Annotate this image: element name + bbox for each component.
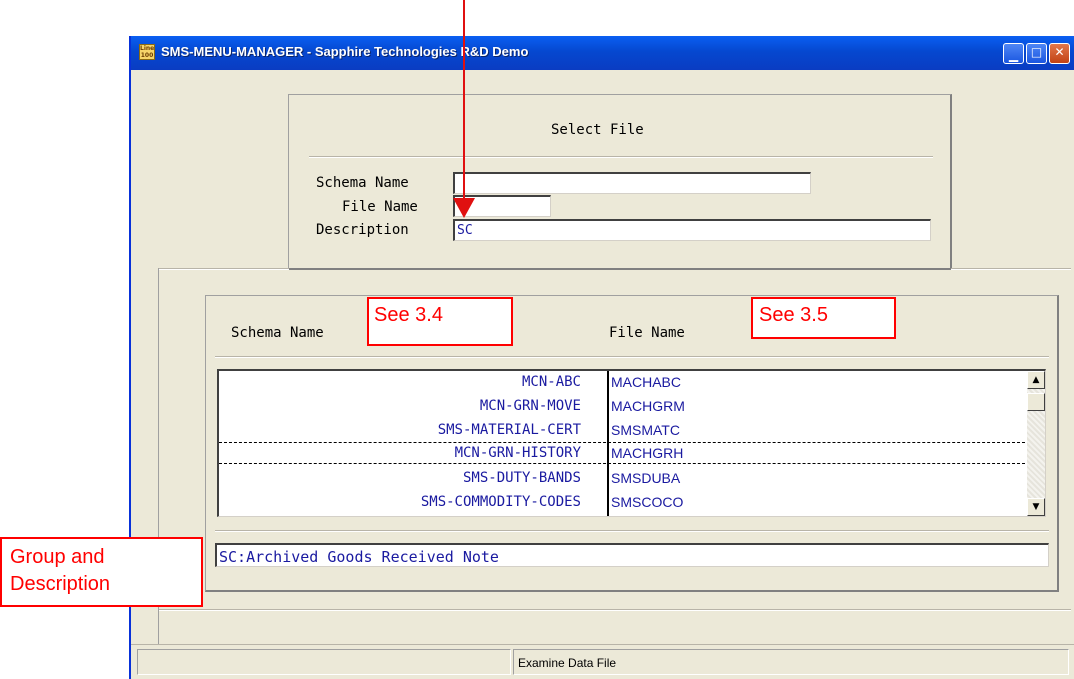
table-row[interactable]: SMS-MATERIAL-CERT SMSMATC (219, 419, 1025, 441)
schema-cell: MCN-ABC (521, 374, 581, 390)
file-cell: MACHGRH (611, 445, 684, 461)
group-description-field[interactable]: SC:Archived Goods Received Note (215, 543, 1049, 567)
minimize-button[interactable]: ▁ (1003, 43, 1024, 64)
schema-cell: SMS-MATERIAL-CERT (437, 422, 581, 438)
app-icon-label-top: Line (140, 45, 155, 52)
column-divider (607, 371, 609, 516)
schema-cell: MCN-GRN-HISTORY (454, 445, 581, 461)
file-name-label: File Name (342, 199, 418, 215)
see-3-4-callout: See 3.4 (367, 297, 513, 346)
scroll-thumb[interactable] (1027, 393, 1045, 411)
scroll-up-icon: ▲ (1032, 375, 1040, 385)
outer-panel-bottom (159, 609, 1071, 611)
schema-cell: SMS-COMMODITY-CODES (420, 494, 581, 510)
select-file-divider (309, 156, 933, 158)
file-cell: SMSCOCO (611, 494, 684, 510)
app-icon-label-bottom: 100 (140, 52, 154, 59)
table-row-selected[interactable]: MCN-GRN-HISTORY MACHGRH (219, 442, 1025, 464)
status-message: Examine Data File (513, 649, 1069, 675)
app-icon[interactable]: Line 100 (139, 44, 155, 60)
schema-name-label: Schema Name (316, 175, 409, 191)
file-name-column-header: File Name (609, 325, 685, 341)
pointer-arrow-line (463, 0, 465, 208)
schema-name-column-header: Schema Name (231, 325, 324, 341)
schema-name-input[interactable] (453, 172, 811, 194)
outer-panel-top-left (159, 268, 289, 270)
outer-panel-top-right (951, 268, 1071, 270)
file-cell: SMSDUBA (611, 470, 681, 486)
table-row[interactable]: SMS-DUTY-BANDS SMSDUBA (219, 467, 1025, 489)
schema-file-list[interactable]: MCN-ABC MACHABC MCN-GRN-MOVE MACHGRM SMS… (217, 369, 1046, 517)
scroll-down-button[interactable]: ▼ (1027, 498, 1045, 516)
table-row[interactable]: MCN-GRN-MOVE MACHGRM (219, 395, 1025, 417)
results-footer-divider (215, 530, 1049, 532)
app-window: Line 100 SMS-MENU-MANAGER - Sapphire Tec… (129, 36, 1074, 679)
pointer-arrow-head (453, 198, 475, 218)
results-header-divider (215, 356, 1049, 358)
file-cell: MACHGRM (611, 398, 685, 414)
group-callout-line-2: Description (10, 573, 111, 595)
close-button[interactable]: ✕ (1049, 43, 1070, 64)
status-bar: Examine Data File (131, 644, 1074, 679)
minimize-icon: ▁ (1008, 48, 1019, 62)
scroll-up-button[interactable]: ▲ (1027, 371, 1045, 389)
select-file-panel: Select File Schema Name File Name Descri… (288, 94, 952, 270)
schema-cell: MCN-GRN-MOVE (479, 398, 581, 414)
scroll-down-icon: ▼ (1032, 502, 1040, 512)
file-cell: MACHABC (611, 374, 682, 390)
file-cell: SMSMATC (611, 422, 680, 438)
description-label: Description (316, 222, 409, 238)
close-icon: ✕ (1054, 45, 1065, 59)
table-row[interactable]: SMS-COMMODITY-CODES SMSCOCO (219, 491, 1025, 513)
description-input[interactable]: SC (453, 219, 931, 241)
window-title: SMS-MENU-MANAGER - Sapphire Technologies… (161, 44, 529, 59)
group-and-description-callout: Group and Description (0, 537, 203, 607)
select-file-heading: Select File (551, 122, 644, 138)
maximize-icon: □ (1030, 45, 1043, 59)
maximize-button[interactable]: □ (1026, 43, 1047, 64)
see-3-5-callout: See 3.5 (751, 297, 896, 339)
table-row[interactable]: MCN-ABC MACHABC (219, 371, 1025, 393)
status-panel-left (137, 649, 511, 675)
title-bar[interactable]: Line 100 SMS-MENU-MANAGER - Sapphire Tec… (131, 36, 1074, 70)
list-scrollbar[interactable]: ▲ ▼ (1027, 371, 1045, 516)
group-callout-line-1: Group and (10, 546, 105, 568)
schema-cell: SMS-DUTY-BANDS (462, 470, 581, 486)
